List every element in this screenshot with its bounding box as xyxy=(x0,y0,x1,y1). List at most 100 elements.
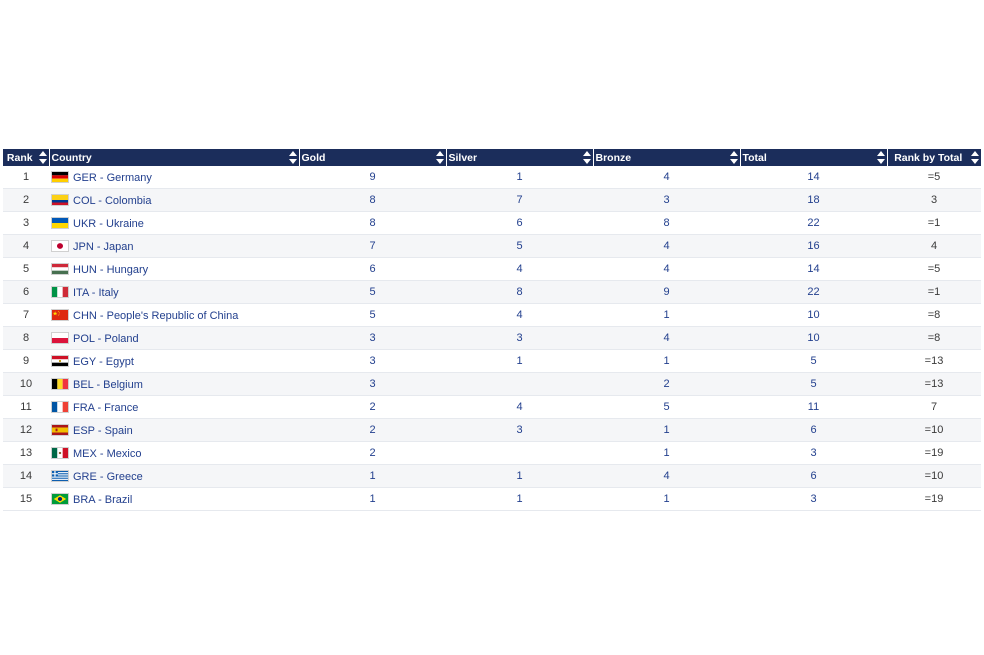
rank-cell: 2 xyxy=(3,188,49,212)
total-cell: 6 xyxy=(740,418,887,442)
column-header-rank-by-total[interactable]: Rank by Total xyxy=(887,149,981,166)
total-cell: 14 xyxy=(740,257,887,281)
country-cell[interactable]: ESP - Spain xyxy=(49,418,299,442)
bronze-cell: 1 xyxy=(593,303,740,327)
sort-icon[interactable] xyxy=(876,151,885,164)
rank-cell: 12 xyxy=(3,418,49,442)
rank-cell: 7 xyxy=(3,303,49,327)
total-cell: 11 xyxy=(740,395,887,419)
gold-cell: 6 xyxy=(299,257,446,281)
bronze-cell: 1 xyxy=(593,349,740,373)
column-header-silver[interactable]: Silver xyxy=(446,149,594,166)
rank-by-total-cell: =10 xyxy=(887,418,981,442)
country-cell[interactable]: BRA - Brazil xyxy=(49,487,299,511)
country-cell[interactable]: UKR - Ukraine xyxy=(49,211,299,235)
sort-icon[interactable] xyxy=(729,151,738,164)
country-link[interactable]: JPN - Japan xyxy=(73,241,134,253)
column-header-total[interactable]: Total xyxy=(740,149,888,166)
sort-icon[interactable] xyxy=(435,151,444,164)
column-header-country[interactable]: Country xyxy=(49,149,300,166)
rank-by-total-cell: 7 xyxy=(887,395,981,419)
rank-by-total-cell: =19 xyxy=(887,487,981,511)
country-link[interactable]: POL - Poland xyxy=(73,333,139,345)
country-link[interactable]: GER - Germany xyxy=(73,172,152,184)
rank-cell: 11 xyxy=(3,395,49,419)
rank-cell: 9 xyxy=(3,349,49,373)
column-header-label: Country xyxy=(51,151,92,164)
silver-cell: 1 xyxy=(446,487,593,511)
column-header-label: Silver xyxy=(448,151,478,164)
country-link[interactable]: HUN - Hungary xyxy=(73,264,148,276)
table-row: 3 UKR - Ukraine 8 6 8 22 =1 xyxy=(3,211,981,235)
silver-cell: 8 xyxy=(446,280,593,304)
country-cell[interactable]: GER - Germany xyxy=(49,166,299,189)
silver-cell: 7 xyxy=(446,188,593,212)
rank-by-total-cell: =8 xyxy=(887,326,981,350)
country-cell[interactable]: GRE - Greece xyxy=(49,464,299,488)
column-header-rank[interactable]: Rank xyxy=(3,149,50,166)
country-link[interactable]: CHN - People's Republic of China xyxy=(73,310,238,322)
rank-by-total-cell: =19 xyxy=(887,441,981,465)
gold-cell: 5 xyxy=(299,280,446,304)
column-header-gold[interactable]: Gold xyxy=(299,149,447,166)
country-cell[interactable]: JPN - Japan xyxy=(49,234,299,258)
country-link[interactable]: ESP - Spain xyxy=(73,425,133,437)
country-cell[interactable]: COL - Colombia xyxy=(49,188,299,212)
country-link[interactable]: BRA - Brazil xyxy=(73,494,132,506)
rank-cell: 13 xyxy=(3,441,49,465)
gold-cell: 8 xyxy=(299,211,446,235)
country-link[interactable]: UKR - Ukraine xyxy=(73,218,144,230)
flag-icon xyxy=(51,354,69,367)
silver-cell: 1 xyxy=(446,166,593,189)
country-link[interactable]: ITA - Italy xyxy=(73,287,119,299)
country-link[interactable]: EGY - Egypt xyxy=(73,356,134,368)
country-cell[interactable]: EGY - Egypt xyxy=(49,349,299,373)
flag-icon xyxy=(51,216,69,229)
sort-icon[interactable] xyxy=(38,151,47,164)
table-row: 11 FRA - France 2 4 5 11 7 xyxy=(3,395,981,419)
gold-cell: 2 xyxy=(299,441,446,465)
flag-icon xyxy=(51,262,69,275)
flag-icon xyxy=(51,400,69,413)
table-row: 10 BEL - Belgium 3 2 5 =13 xyxy=(3,372,981,396)
country-cell[interactable]: POL - Poland xyxy=(49,326,299,350)
gold-cell: 1 xyxy=(299,464,446,488)
bronze-cell: 3 xyxy=(593,188,740,212)
total-cell: 5 xyxy=(740,349,887,373)
column-header-label: Rank by Total xyxy=(894,151,963,164)
country-link[interactable]: COL - Colombia xyxy=(73,195,151,207)
flag-icon xyxy=(51,170,69,183)
silver-cell: 6 xyxy=(446,211,593,235)
rank-by-total-cell: =1 xyxy=(887,211,981,235)
country-cell[interactable]: BEL - Belgium xyxy=(49,372,299,396)
bronze-cell: 1 xyxy=(593,487,740,511)
rank-cell: 3 xyxy=(3,211,49,235)
sort-icon[interactable] xyxy=(971,151,979,164)
country-cell[interactable]: FRA - France xyxy=(49,395,299,419)
rank-by-total-cell: =13 xyxy=(887,372,981,396)
country-link[interactable]: MEX - Mexico xyxy=(73,448,141,460)
country-link[interactable]: GRE - Greece xyxy=(73,471,143,483)
country-cell[interactable]: HUN - Hungary xyxy=(49,257,299,281)
rank-cell: 15 xyxy=(3,487,49,511)
country-link[interactable]: BEL - Belgium xyxy=(73,379,143,391)
total-cell: 16 xyxy=(740,234,887,258)
flag-icon xyxy=(51,492,69,505)
country-cell[interactable]: MEX - Mexico xyxy=(49,441,299,465)
header-row: Rank Country Gold Silver Bronze Total Ra… xyxy=(3,149,981,166)
silver-cell: 4 xyxy=(446,303,593,327)
bronze-cell: 4 xyxy=(593,257,740,281)
gold-cell: 5 xyxy=(299,303,446,327)
flag-icon xyxy=(51,446,69,459)
sort-icon[interactable] xyxy=(288,151,297,164)
country-link[interactable]: FRA - France xyxy=(73,402,138,414)
rank-by-total-cell: 3 xyxy=(887,188,981,212)
table-row: 8 POL - Poland 3 3 4 10 =8 xyxy=(3,326,981,350)
country-cell[interactable]: ITA - Italy xyxy=(49,280,299,304)
rank-by-total-cell: =1 xyxy=(887,280,981,304)
country-cell[interactable]: CHN - People's Republic of China xyxy=(49,303,299,327)
column-header-bronze[interactable]: Bronze xyxy=(593,149,741,166)
table-row: 1 GER - Germany 9 1 4 14 =5 xyxy=(3,166,981,189)
sort-icon[interactable] xyxy=(582,151,591,164)
gold-cell: 7 xyxy=(299,234,446,258)
